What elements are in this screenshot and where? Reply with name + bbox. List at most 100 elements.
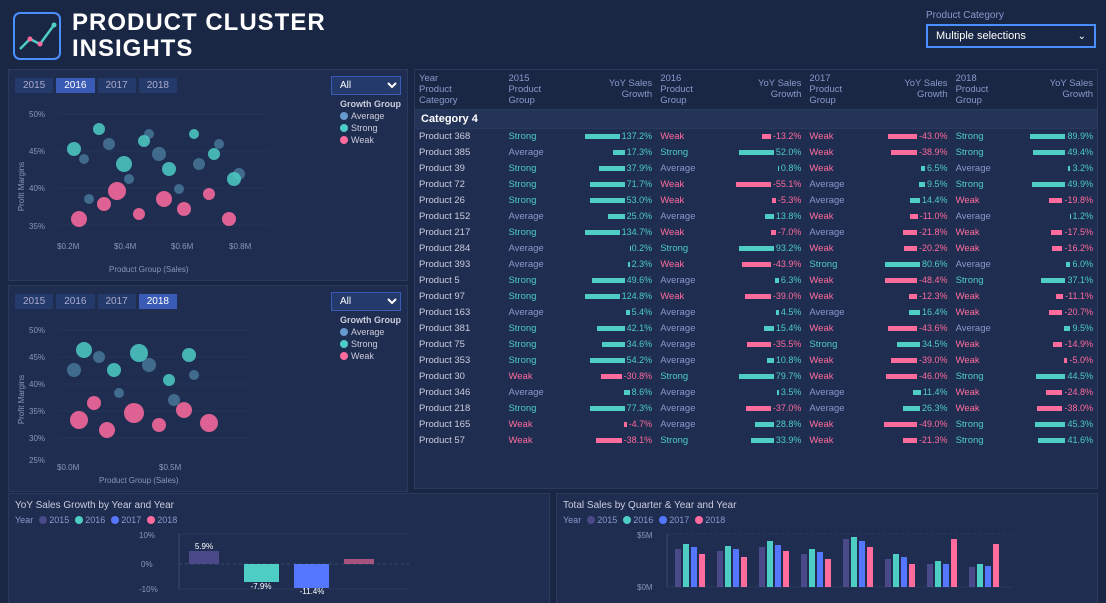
svg-text:$5M: $5M	[637, 531, 653, 540]
legend-label-weak-bot: Weak	[351, 351, 374, 361]
legend-label-strong-top: Strong	[351, 123, 378, 133]
year-2015-btn-top[interactable]: 2015	[15, 78, 53, 93]
legend-dot-weak-top	[340, 136, 348, 144]
svg-text:35%: 35%	[29, 222, 45, 231]
table-row: Product 393 Average 2.3% Weak -43.9% Str…	[415, 256, 1097, 272]
year-label-right: Year	[563, 515, 581, 525]
svg-text:40%: 40%	[29, 184, 45, 193]
year-dot-2017-left	[111, 516, 119, 524]
svg-text:45%: 45%	[29, 353, 45, 362]
col-2018-yoy: YoY Sales Growth	[1007, 70, 1097, 110]
legend-label-strong-bot: Strong	[351, 339, 378, 349]
svg-text:$0.8M: $0.8M	[229, 242, 252, 251]
data-table-panel: Year Product Category 2015 Product Group…	[414, 69, 1098, 489]
left-panel: 2015 2016 2017 2018 All Profit Margins	[8, 69, 408, 489]
year-2016-btn-top[interactable]: 2016	[56, 78, 94, 93]
table-row: Product 72 Strong 71.7% Weak -55.1% Aver…	[415, 176, 1097, 192]
table-row: Product 97 Strong 124.8% Weak -39.0% Wea…	[415, 288, 1097, 304]
svg-text:$0.4M: $0.4M	[114, 242, 137, 251]
filter-value: Multiple selections	[936, 30, 1026, 42]
x-axis-label-bot: Product Group (Sales)	[99, 476, 179, 485]
year-dot-2015-left	[39, 516, 47, 524]
year-dot-2017-right	[659, 516, 667, 524]
svg-text:0%: 0%	[141, 560, 153, 569]
year-2015-btn-bot[interactable]: 2015	[15, 294, 53, 309]
table-row: Product 284 Average 0.2% Strong 93.2% We…	[415, 240, 1097, 256]
table-row: Product 39 Strong 37.9% Average 0.8% Wea…	[415, 160, 1097, 176]
all-dropdown-bot[interactable]: All	[331, 292, 401, 311]
product-table: Year Product Category 2015 Product Group…	[415, 70, 1097, 449]
legend-title-bot: Growth Group	[340, 315, 401, 325]
svg-text:50%: 50%	[29, 326, 45, 335]
svg-text:50%: 50%	[29, 110, 45, 119]
growth-group-legend-top: Growth Group Average Strong	[340, 99, 401, 148]
table-row: Product 57 Weak -38.1% Strong 33.9% Weak…	[415, 432, 1097, 448]
svg-text:-11.4%: -11.4%	[300, 587, 325, 596]
svg-text:$0.6M: $0.6M	[171, 242, 194, 251]
legend-label-average-top: Average	[351, 111, 384, 121]
svg-text:40%: 40%	[29, 380, 45, 389]
col-2016-group: 2016 Product Group	[656, 70, 711, 110]
legend-label-weak-top: Weak	[351, 135, 374, 145]
year-2016-btn-bot[interactable]: 2016	[56, 294, 94, 309]
svg-text:-10%: -10%	[139, 585, 158, 594]
bottom-left-chart: YoY Sales Growth by Year and Year Year 2…	[8, 493, 550, 603]
table-row: Product 381 Strong 42.1% Average 15.4% W…	[415, 320, 1097, 336]
table-row: Product 353 Strong 54.2% Average 10.8% W…	[415, 352, 1097, 368]
scatter-svg-bot: 50% 45% 40% 35% 30% 25% $0.0M	[29, 315, 329, 475]
filter-label: Product Category	[926, 10, 1096, 21]
filter-dropdown[interactable]: Multiple selections ⌄	[926, 24, 1096, 48]
table-row: Product 30 Weak -30.8% Strong 79.7% Weak…	[415, 368, 1097, 384]
svg-text:30%: 30%	[29, 434, 45, 443]
col-product: Year Product Category	[415, 70, 504, 110]
y-axis-label-top: Profit Margins	[15, 99, 29, 274]
scatter-svg-top: 50% 45% 40% 35% $0.2M $0.4M	[29, 99, 329, 259]
table-scroll-area[interactable]: Year Product Category 2015 Product Group…	[415, 70, 1097, 488]
total-sales-chart: $5M $0M	[563, 529, 1091, 599]
page-title-line1: PRODUCT CLUSTER	[72, 10, 326, 36]
year-label-left: Year	[15, 515, 33, 525]
all-dropdown-top[interactable]: All	[331, 76, 401, 95]
year-2017-btn-top[interactable]: 2017	[98, 78, 136, 93]
svg-text:-7.9%: -7.9%	[251, 582, 272, 591]
legend-dot-average-bot	[340, 328, 348, 336]
growth-group-legend-bot: Growth Group Average Strong	[340, 315, 401, 361]
legend-dot-strong-bot	[340, 340, 348, 348]
table-row: Product 218 Strong 77.3% Average -37.0% …	[415, 400, 1097, 416]
year-dot-2015-right	[587, 516, 595, 524]
legend-label-average-bot: Average	[351, 327, 384, 337]
yoy-growth-chart: 10% 0% -10% 5.9% -7.9% -11.4%	[15, 529, 543, 599]
year-2017-btn-bot[interactable]: 2017	[98, 294, 136, 309]
bottom-right-chart: Total Sales by Quarter & Year and Year Y…	[556, 493, 1098, 603]
bottom-left-title: YoY Sales Growth by Year and Year	[15, 500, 543, 511]
svg-text:10%: 10%	[139, 531, 155, 540]
chevron-down-icon: ⌄	[1078, 31, 1086, 42]
filter-area: Product Category Multiple selections ⌄	[926, 10, 1096, 48]
legend-dot-average-top	[340, 112, 348, 120]
year-2018-btn-top[interactable]: 2018	[139, 78, 177, 93]
year-2018-btn-bot[interactable]: 2018	[139, 294, 177, 309]
svg-text:$0M: $0M	[637, 583, 653, 592]
svg-text:$0.5M: $0.5M	[159, 463, 182, 472]
table-row: Product 346 Average 8.6% Average 3.5% Av…	[415, 384, 1097, 400]
scatter-bottom: 2015 2016 2017 2018 All Profit Margins	[8, 285, 408, 492]
svg-text:5.9%: 5.9%	[195, 542, 213, 551]
col-2016-yoy: YoY Sales Growth	[711, 70, 805, 110]
table-row: Product 75 Strong 34.6% Average -35.5% S…	[415, 336, 1097, 352]
legend-dot-weak-bot	[340, 352, 348, 360]
category-row: Category 4	[415, 109, 1097, 128]
table-row: Product 165 Weak -4.7% Average 28.8% Wea…	[415, 416, 1097, 432]
table-row: Product 385 Average 17.3% Strong 52.0% W…	[415, 144, 1097, 160]
year-dot-2018-left	[147, 516, 155, 524]
year-dot-2018-right	[695, 516, 703, 524]
col-2017-group: 2017 Product Group	[805, 70, 860, 110]
table-row: Product 368 Strong 137.2% Weak -13.2% We…	[415, 128, 1097, 144]
legend-dot-strong-top	[340, 124, 348, 132]
page-title-line2: INSIGHTS	[72, 36, 326, 62]
svg-text:35%: 35%	[29, 407, 45, 416]
y-axis-label-bot: Profit Margins	[15, 315, 29, 485]
year-dot-2016-right	[623, 516, 631, 524]
col-2015-yoy: YoY Sales Growth	[560, 70, 657, 110]
svg-text:45%: 45%	[29, 147, 45, 156]
svg-text:25%: 25%	[29, 456, 45, 465]
